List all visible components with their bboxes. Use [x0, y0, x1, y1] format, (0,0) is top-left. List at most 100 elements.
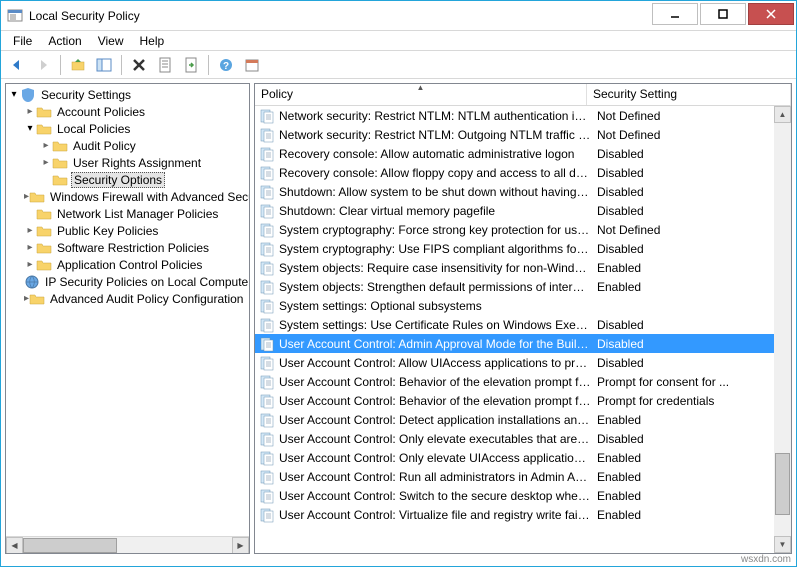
list-row[interactable]: User Account Control: Only elevate execu…: [255, 429, 774, 448]
refresh-button[interactable]: [240, 53, 264, 77]
column-setting[interactable]: Security Setting: [587, 84, 791, 105]
folder-icon: [36, 240, 52, 256]
tree-root[interactable]: ▾ Security Settings: [6, 86, 249, 103]
scroll-up-icon[interactable]: ▲: [774, 106, 791, 123]
expander-icon[interactable]: ▸: [40, 157, 52, 168]
scroll-thumb[interactable]: [775, 453, 790, 515]
content-area: ▾ Security Settings ▸ Account Policies ▾…: [1, 79, 796, 558]
menu-view[interactable]: View: [90, 32, 132, 50]
list-row[interactable]: User Account Control: Behavior of the el…: [255, 372, 774, 391]
scroll-right-icon[interactable]: ▶: [232, 537, 249, 554]
help-button[interactable]: ?: [214, 53, 238, 77]
policy-icon: [259, 488, 275, 504]
expander-icon[interactable]: ▸: [40, 140, 52, 151]
list-row[interactable]: Shutdown: Allow system to be shut down w…: [255, 182, 774, 201]
policy-name: Shutdown: Clear virtual memory pagefile: [279, 204, 591, 218]
tree-item-local-policies[interactable]: ▾ Local Policies: [6, 120, 249, 137]
up-button[interactable]: [66, 53, 90, 77]
tree-hscrollbar[interactable]: ◀ ▶: [6, 536, 249, 553]
menubar: File Action View Help: [1, 31, 796, 51]
policy-icon: [259, 203, 275, 219]
expander-icon[interactable]: ▸: [24, 106, 36, 117]
scroll-thumb[interactable]: [23, 538, 117, 553]
tree-item-software-restriction[interactable]: ▸ Software Restriction Policies: [6, 239, 249, 256]
list-row[interactable]: User Account Control: Only elevate UIAcc…: [255, 448, 774, 467]
policy-name: System cryptography: Use FIPS compliant …: [279, 242, 591, 256]
list-row[interactable]: Network security: Restrict NTLM: Outgoin…: [255, 125, 774, 144]
tree-item-user-rights[interactable]: ▸ User Rights Assignment: [6, 154, 249, 171]
help-icon: ?: [218, 57, 234, 73]
tree-item-public-key[interactable]: ▸ Public Key Policies: [6, 222, 249, 239]
minimize-button[interactable]: [652, 3, 698, 25]
tree-item-advanced-audit[interactable]: ▸ Advanced Audit Policy Configuration: [6, 290, 249, 307]
tree-pane-icon: [96, 57, 112, 73]
policy-setting: Disabled: [591, 318, 774, 332]
tree-item-security-options[interactable]: Security Options: [6, 171, 249, 188]
delete-icon: [131, 57, 147, 73]
menu-file[interactable]: File: [5, 32, 40, 50]
tree-item-ip-security[interactable]: IP Security Policies on Local Compute: [6, 273, 249, 290]
list-row[interactable]: Recovery console: Allow automatic admini…: [255, 144, 774, 163]
tree-label: Software Restriction Policies: [55, 241, 211, 255]
policy-setting: Not Defined: [591, 223, 774, 237]
list-row[interactable]: System settings: Optional subsystems: [255, 296, 774, 315]
list-row[interactable]: System objects: Require case insensitivi…: [255, 258, 774, 277]
list-vscrollbar[interactable]: ▲ ▼: [774, 106, 791, 553]
policy-setting: Not Defined: [591, 109, 774, 123]
menu-help[interactable]: Help: [132, 32, 173, 50]
list-row[interactable]: System settings: Use Certificate Rules o…: [255, 315, 774, 334]
tree-item-account-policies[interactable]: ▸ Account Policies: [6, 103, 249, 120]
list-row[interactable]: System objects: Strengthen default permi…: [255, 277, 774, 296]
expander-icon[interactable]: ▾: [8, 89, 20, 100]
close-button[interactable]: [748, 3, 794, 25]
policy-icon: [259, 317, 275, 333]
policy-name: User Account Control: Admin Approval Mod…: [279, 337, 591, 351]
maximize-button[interactable]: [700, 3, 746, 25]
policy-setting: Enabled: [591, 508, 774, 522]
list-row[interactable]: User Account Control: Admin Approval Mod…: [255, 334, 774, 353]
policy-name: User Account Control: Switch to the secu…: [279, 489, 591, 503]
tree-item-firewall[interactable]: ▸ Windows Firewall with Advanced Secu: [6, 188, 249, 205]
properties-button[interactable]: [153, 53, 177, 77]
forward-button[interactable]: [31, 53, 55, 77]
list-row[interactable]: Recovery console: Allow floppy copy and …: [255, 163, 774, 182]
arrow-left-icon: [9, 57, 25, 73]
delete-button[interactable]: [127, 53, 151, 77]
policy-name: System cryptography: Force strong key pr…: [279, 223, 591, 237]
list-row[interactable]: User Account Control: Switch to the secu…: [255, 486, 774, 505]
policy-icon: [259, 222, 275, 238]
list-row[interactable]: User Account Control: Virtualize file an…: [255, 505, 774, 524]
list-row[interactable]: User Account Control: Behavior of the el…: [255, 391, 774, 410]
scroll-down-icon[interactable]: ▼: [774, 536, 791, 553]
back-button[interactable]: [5, 53, 29, 77]
list-row[interactable]: System cryptography: Force strong key pr…: [255, 220, 774, 239]
policy-setting: Prompt for credentials: [591, 394, 774, 408]
folder-icon: [36, 121, 52, 137]
tree-item-app-control[interactable]: ▸ Application Control Policies: [6, 256, 249, 273]
expander-icon[interactable]: ▸: [24, 259, 36, 270]
expander-icon[interactable]: ▸: [24, 242, 36, 253]
policy-icon: [259, 184, 275, 200]
expander-icon[interactable]: ▸: [24, 225, 36, 236]
list-row[interactable]: Shutdown: Clear virtual memory pagefileD…: [255, 201, 774, 220]
list-row[interactable]: Network security: Restrict NTLM: NTLM au…: [255, 106, 774, 125]
tree-item-network-list[interactable]: Network List Manager Policies: [6, 205, 249, 222]
list-row[interactable]: User Account Control: Run all administra…: [255, 467, 774, 486]
svg-text:?: ?: [223, 61, 229, 72]
policy-setting: Prompt for consent for ...: [591, 375, 774, 389]
column-policy[interactable]: ▲ Policy: [255, 84, 587, 105]
policy-setting: Not Defined: [591, 128, 774, 142]
folder-icon: [52, 155, 68, 171]
list-row[interactable]: User Account Control: Allow UIAccess app…: [255, 353, 774, 372]
list-row[interactable]: System cryptography: Use FIPS compliant …: [255, 239, 774, 258]
show-hide-tree-button[interactable]: [92, 53, 116, 77]
policy-icon: [259, 355, 275, 371]
scroll-left-icon[interactable]: ◀: [6, 537, 23, 554]
tree-label: Advanced Audit Policy Configuration: [48, 292, 245, 306]
export-button[interactable]: [179, 53, 203, 77]
menu-action[interactable]: Action: [40, 32, 89, 50]
list-row[interactable]: User Account Control: Detect application…: [255, 410, 774, 429]
tree-item-audit-policy[interactable]: ▸ Audit Policy: [6, 137, 249, 154]
policy-icon: [259, 279, 275, 295]
expander-icon[interactable]: ▾: [24, 123, 36, 134]
